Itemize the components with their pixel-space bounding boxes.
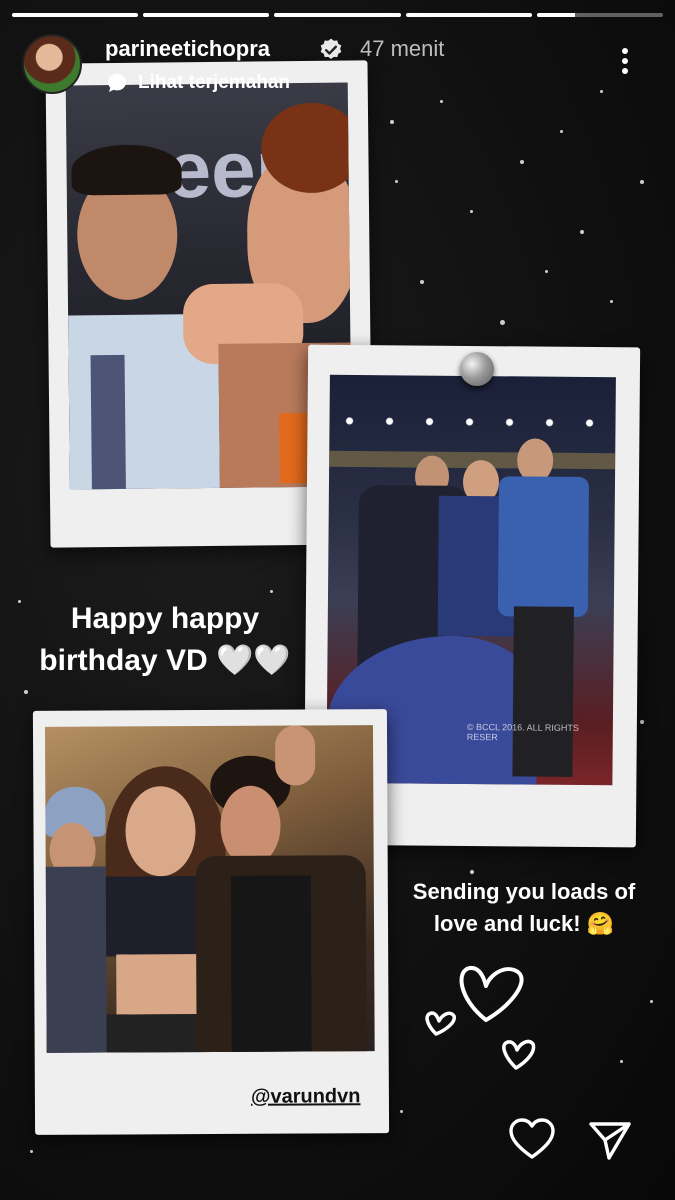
send-arrow-icon[interactable] [587, 1118, 633, 1162]
story-footer-actions [507, 1116, 647, 1166]
more-vertical-icon [622, 48, 628, 54]
progress-segment [405, 13, 532, 17]
progress-segment [12, 13, 139, 17]
polaroid-photo-3: @varundvn [32, 709, 390, 1135]
birthday-caption: Happy happy birthday VD 🤍🤍 [39, 602, 291, 677]
story-viewer[interactable]: eep © BCCL 2016. ALL RIGHTS RESER @varun… [0, 0, 675, 1200]
speech-bubble-icon [108, 74, 126, 92]
progress-segment [274, 13, 401, 17]
post-time: 47 menit [360, 36, 445, 61]
story-progress-bar [12, 13, 664, 17]
profile-username[interactable]: parineetichopra [105, 36, 270, 62]
translate-label: Lihat terjemahan [138, 72, 291, 93]
doodle-hearts-icon [425, 965, 536, 1070]
progress-segment [143, 13, 270, 17]
progress-segment-current [536, 13, 664, 17]
thumbtack-pin-decoration [460, 352, 494, 386]
more-options-button[interactable] [613, 44, 637, 80]
photo-watermark: © BCCL 2016. ALL RIGHTS RESER [466, 721, 579, 743]
love-caption: Sending you loads of love and luck! 🤗 [412, 879, 636, 936]
photo-dance-duo [44, 725, 375, 1053]
see-translation-link[interactable]: Lihat terjemahan [106, 72, 290, 94]
heart-outline-icon[interactable] [507, 1116, 557, 1162]
mention-tag[interactable]: @varundvn [251, 1085, 361, 1109]
verified-badge-icon [320, 38, 342, 59]
story-header: parineetichopra 47 menit Lihat terjemaha… [20, 30, 655, 100]
profile-avatar[interactable] [22, 34, 82, 94]
